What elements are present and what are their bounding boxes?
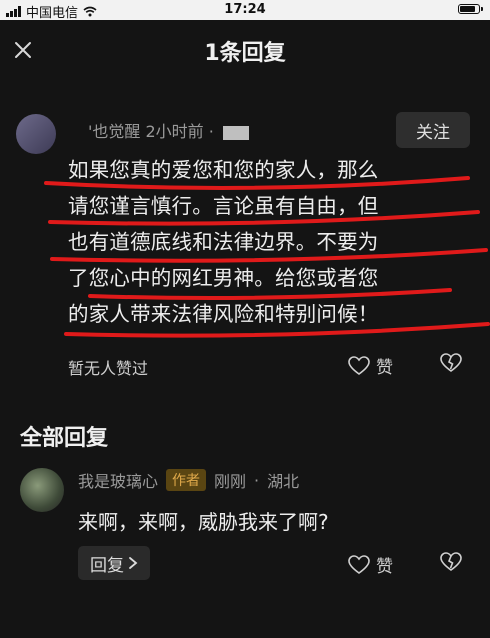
dislike-button[interactable]	[440, 353, 462, 377]
reply-location: 湖北	[267, 472, 300, 491]
dislike-button[interactable]	[440, 552, 462, 576]
author-badge: 作者	[166, 469, 207, 491]
comment-line: 的家人带来法律风险和特别问候！	[68, 302, 379, 326]
reply-item: 我是玻璃心 作者 刚刚 · 湖北 来啊，来啊，威胁我来了啊? 回复 赞	[0, 462, 490, 602]
likes-summary: 暂无人赞过	[68, 359, 149, 378]
like-label: 赞	[376, 358, 393, 378]
section-title: 全部回复	[20, 426, 109, 451]
comment-meta: '也觉醒 2小时前 ·	[88, 118, 249, 142]
reply-meta: 我是玻璃心 作者 刚刚 · 湖北	[78, 468, 299, 492]
status-bar: 中国电信 17:24	[0, 0, 490, 21]
reply-button[interactable]: 回复	[78, 546, 150, 580]
like-button[interactable]: 赞	[348, 552, 393, 577]
author-name[interactable]: '也觉醒	[88, 122, 140, 141]
avatar[interactable]	[16, 114, 56, 154]
page-title: 1条回复	[204, 41, 286, 66]
broken-heart-icon	[440, 353, 462, 372]
redacted-location	[222, 125, 249, 140]
status-time: 17:24	[224, 2, 266, 17]
comment-line: 了您心中的网红男神。给您或者您	[68, 266, 379, 290]
follow-button[interactable]: 关注	[396, 112, 470, 148]
author-name[interactable]: 我是玻璃心	[78, 468, 158, 492]
heart-icon	[348, 554, 370, 574]
like-label: 赞	[376, 557, 393, 577]
comment-line: 请您谨言慎行。言论虽有自由，但	[68, 194, 379, 218]
comment-line: 如果您真的爱您和您的家人，那么	[68, 158, 379, 182]
meta-separator: ·	[254, 470, 260, 490]
avatar[interactable]	[20, 468, 64, 512]
reply-text: 来啊，来啊，威胁我来了啊?	[78, 510, 329, 534]
comment-line: 也有道德底线和法律边界。不要为	[68, 230, 379, 254]
heart-icon	[348, 355, 370, 375]
chevron-right-icon	[129, 557, 138, 569]
broken-heart-icon	[440, 552, 462, 571]
reply-time: 刚刚	[214, 472, 247, 491]
battery-icon	[458, 4, 483, 14]
comment-time: 2小时前 ·	[145, 122, 219, 141]
comment-text: 如果您真的爱您和您的家人，那么 请您谨言慎行。言论虽有自由，但 也有道德底线和法…	[68, 152, 478, 332]
like-button[interactable]: 赞	[348, 353, 393, 378]
reply-label: 回复	[90, 555, 124, 576]
likes-row: 暂无人赞过 赞	[68, 353, 478, 379]
header: 1条回复	[0, 20, 490, 80]
